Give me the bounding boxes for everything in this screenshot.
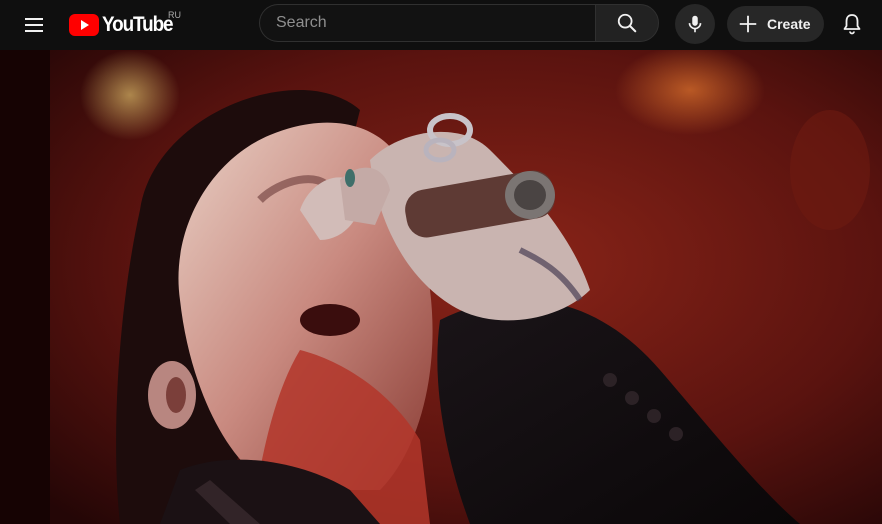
search-box: [259, 4, 659, 44]
region-code: RU: [168, 10, 181, 20]
notifications-button[interactable]: [832, 4, 872, 44]
video-frame: [0, 50, 882, 524]
logo-wordmark: YouTube: [102, 13, 174, 36]
search-icon: [617, 13, 637, 33]
guide-menu-button[interactable]: [14, 5, 54, 45]
masthead: YouTube RU Create: [0, 0, 882, 50]
search-input[interactable]: [259, 4, 595, 42]
youtube-logo[interactable]: YouTube: [69, 11, 180, 39]
create-button[interactable]: Create: [727, 6, 824, 42]
microphone-icon: [688, 15, 702, 33]
bell-icon: [843, 14, 861, 35]
voice-search-button[interactable]: [675, 4, 715, 44]
youtube-play-icon: [69, 14, 99, 36]
plus-icon: [739, 15, 757, 33]
create-label: Create: [767, 16, 811, 32]
video-player[interactable]: [0, 50, 882, 524]
hamburger-menu-icon: [25, 18, 43, 32]
search-button[interactable]: [595, 4, 659, 42]
